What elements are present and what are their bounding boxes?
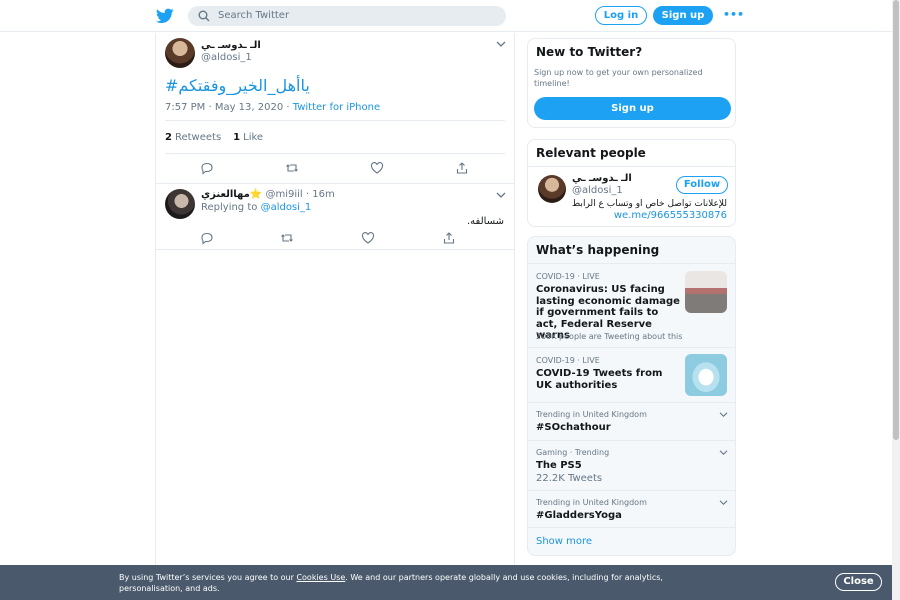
tweet-meta: 7:57 PM · May 13, 2020 · Twitter for iPh… bbox=[165, 102, 380, 113]
likes-count: 1 bbox=[233, 132, 241, 143]
person-bio: للإعلانات تواصل خاص او وتساب ع الرابط bbox=[571, 199, 727, 209]
divider bbox=[156, 183, 514, 184]
reply-icon[interactable] bbox=[200, 231, 214, 245]
trend-context: COVID-19 · LIVE bbox=[536, 272, 600, 281]
cookie-text-before: By using Twitter’s services you agree to… bbox=[119, 573, 297, 582]
reply-author-name: مهاالعنزي bbox=[201, 189, 250, 200]
whats-happening-card: What’s happening COVID-19 · LIVE Coronav… bbox=[527, 236, 736, 556]
trend-item[interactable]: Trending in United Kingdom #GladdersYoga bbox=[528, 490, 735, 527]
chevron-down-icon[interactable] bbox=[496, 40, 506, 48]
more-options-icon[interactable]: ••• bbox=[723, 6, 744, 25]
person-handle[interactable]: @aldosi_1 bbox=[572, 185, 623, 196]
retweets-count: 2 bbox=[165, 132, 172, 143]
reply-avatar[interactable] bbox=[165, 189, 195, 219]
share-icon[interactable] bbox=[442, 231, 456, 245]
main-timeline: الـ ـدوسـ ـي @aldosi_1 #ياأهل_الخير_وفقت… bbox=[155, 33, 515, 600]
heart-icon[interactable] bbox=[361, 231, 375, 245]
trend-title: #SOchathour bbox=[536, 422, 611, 433]
trend-item[interactable]: COVID-19 · LIVE Coronavirus: US facing l… bbox=[528, 263, 735, 347]
trend-subtitle: 200K people are Tweeting about this bbox=[536, 332, 683, 341]
divider bbox=[156, 249, 514, 250]
new-to-twitter-title: New to Twitter? bbox=[536, 45, 643, 59]
tweet-source[interactable]: Twitter for iPhone bbox=[293, 102, 380, 113]
chevron-down-icon[interactable] bbox=[719, 499, 728, 506]
trend-context: Gaming · Trending bbox=[536, 448, 610, 457]
whats-happening-title: What’s happening bbox=[536, 243, 660, 257]
retweet-icon[interactable] bbox=[285, 161, 299, 175]
chevron-down-icon[interactable] bbox=[719, 411, 728, 418]
retweets-label: Retweets bbox=[174, 132, 222, 143]
trend-context: Trending in United Kingdom bbox=[536, 498, 647, 507]
trend-title: #GladdersYoga bbox=[536, 510, 622, 521]
avatar[interactable] bbox=[165, 38, 195, 68]
likes-label: Like bbox=[243, 132, 264, 143]
tweet-author-handle[interactable]: @aldosi_1 bbox=[201, 52, 252, 63]
scrollbar-thumb[interactable] bbox=[893, 0, 899, 440]
retweet-icon[interactable] bbox=[280, 231, 294, 245]
reply-text: شسالفه. bbox=[467, 216, 504, 227]
divider bbox=[165, 153, 505, 154]
twitter-bird-icon[interactable] bbox=[156, 8, 174, 24]
close-button[interactable]: Close bbox=[835, 573, 882, 591]
likes-stat[interactable]: 1 Like bbox=[233, 132, 263, 143]
relevant-people-title: Relevant people bbox=[536, 146, 646, 160]
person-bio-link[interactable]: we.me/966555330876 bbox=[614, 210, 727, 221]
relevant-people-card: Relevant people الـ ـدوسـ ـي @aldosi_1 F… bbox=[527, 139, 736, 227]
login-button[interactable]: Log in bbox=[595, 6, 647, 25]
person-name[interactable]: الـ ـدوسـ ـي bbox=[572, 173, 632, 184]
tweet-stats: 2 Retweets 1 Like bbox=[165, 132, 263, 143]
trend-image bbox=[685, 354, 727, 396]
chevron-down-icon[interactable] bbox=[496, 191, 506, 199]
trend-count: 22.2K Tweets bbox=[536, 473, 603, 484]
cookie-text: By using Twitter’s services you agree to… bbox=[119, 572, 719, 594]
show-more-link[interactable]: Show more bbox=[536, 536, 592, 547]
top-bar: Search Twitter Log in Sign up ••• bbox=[0, 0, 900, 32]
cookies-use-link[interactable]: Cookies Use bbox=[296, 573, 345, 582]
scrollbar[interactable] bbox=[892, 0, 900, 600]
search-icon bbox=[198, 10, 210, 22]
divider bbox=[165, 120, 505, 121]
avatar[interactable] bbox=[538, 175, 566, 203]
reply-author-emoji: ⭐ bbox=[249, 189, 263, 200]
tweet-time[interactable]: 7:57 PM · May 13, 2020 · bbox=[165, 102, 293, 113]
trend-item[interactable]: Gaming · Trending The PS5 22.2K Tweets bbox=[528, 440, 735, 490]
cookie-banner: By using Twitter’s services you agree to… bbox=[0, 565, 900, 600]
trend-title: The PS5 bbox=[536, 460, 582, 471]
retweets-stat[interactable]: 2 Retweets bbox=[165, 132, 221, 143]
follow-button[interactable]: Follow bbox=[676, 176, 728, 194]
trend-image bbox=[685, 271, 727, 313]
replying-prefix: Replying to bbox=[201, 202, 261, 213]
tweet-author-name[interactable]: الـ ـدوسـ ـي bbox=[201, 40, 261, 51]
reply-handle-time: @mi9iil · 16m bbox=[262, 189, 335, 200]
new-to-twitter-card: New to Twitter? Sign up now to get your … bbox=[527, 38, 736, 128]
tweet-hashtag[interactable]: #ياأهل_الخير_وفقتكم bbox=[165, 76, 310, 95]
sidebar-signup-button[interactable]: Sign up bbox=[534, 97, 731, 120]
show-more-row: Show more bbox=[528, 527, 735, 555]
divider bbox=[528, 166, 735, 167]
chevron-down-icon[interactable] bbox=[719, 449, 728, 456]
search-box[interactable]: Search Twitter bbox=[188, 6, 506, 26]
replying-to: Replying to @aldosi_1 bbox=[201, 202, 311, 213]
share-icon[interactable] bbox=[455, 161, 469, 175]
reply-author[interactable]: مهاالعنزي⭐ @mi9iil · 16m bbox=[201, 189, 335, 200]
replying-to-link[interactable]: @aldosi_1 bbox=[261, 202, 312, 213]
trend-item[interactable]: COVID-19 · LIVE COVID-19 Tweets from UK … bbox=[528, 347, 735, 402]
trend-context: COVID-19 · LIVE bbox=[536, 356, 600, 365]
heart-icon[interactable] bbox=[370, 161, 384, 175]
search-placeholder: Search Twitter bbox=[218, 10, 290, 21]
trend-item[interactable]: Trending in United Kingdom #SOchathour bbox=[528, 402, 735, 440]
new-to-twitter-desc: Sign up now to get your own personalized… bbox=[534, 68, 703, 88]
signup-button[interactable]: Sign up bbox=[653, 6, 713, 25]
reply-icon[interactable] bbox=[200, 161, 214, 175]
trend-context: Trending in United Kingdom bbox=[536, 410, 647, 419]
trend-title: COVID-19 Tweets from UK authorities bbox=[536, 368, 663, 391]
